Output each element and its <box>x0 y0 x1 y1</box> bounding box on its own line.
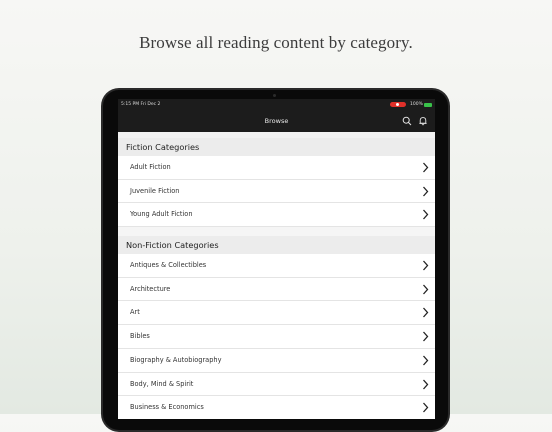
chevron-right-icon <box>423 331 429 342</box>
list-item-label: Body, Mind & Spirit <box>130 379 194 388</box>
list-item[interactable]: Juvenile Fiction <box>118 179 435 204</box>
section-header-nonfiction: Non-Fiction Categories <box>118 236 435 255</box>
app-screen: 5:15 PM Fri Dec 2 100% Browse Fiction Ca… <box>118 99 435 419</box>
chevron-right-icon <box>423 355 429 366</box>
chevron-right-icon <box>423 379 429 389</box>
list-item-label: Business & Economics <box>130 403 204 412</box>
list-item[interactable]: Antiques & Collectibles <box>118 254 435 278</box>
list-item[interactable]: Business & Economics <box>118 396 435 419</box>
category-list: Fiction Categories Adult Fiction Juvenil… <box>118 132 435 419</box>
chevron-right-icon <box>423 162 429 173</box>
status-time: 5:15 PM Fri Dec 2 <box>121 102 161 107</box>
battery-percent: 100% <box>410 102 423 107</box>
promo-headline: Browse all reading content by category. <box>139 33 413 52</box>
list-item-label: Bibles <box>130 332 150 341</box>
search-icon[interactable] <box>402 116 412 126</box>
chevron-right-icon <box>423 308 429 318</box>
chevron-right-icon <box>423 260 429 271</box>
chevron-right-icon <box>423 402 429 413</box>
list-item[interactable]: Young Adult Fiction <box>118 203 435 228</box>
nav-bar: Browse <box>118 110 435 132</box>
list-item-label: Adult Fiction <box>130 163 171 171</box>
list-item[interactable]: Art <box>118 301 435 326</box>
status-bar: 5:15 PM Fri Dec 2 100% <box>118 99 435 110</box>
section-header-fiction: Fiction Categories <box>118 138 435 156</box>
chevron-right-icon <box>423 186 429 197</box>
bell-icon[interactable] <box>418 116 428 126</box>
list-item-label: Antiques & Collectibles <box>130 261 207 270</box>
list-item[interactable]: Adult Fiction <box>118 156 435 180</box>
list-item[interactable]: Biography & Autobiography <box>118 348 435 373</box>
recording-indicator <box>390 102 406 107</box>
list-item[interactable]: Bibles <box>118 325 435 349</box>
chevron-right-icon <box>423 284 429 295</box>
list-item[interactable]: Architecture <box>118 277 435 302</box>
battery-icon <box>424 102 432 107</box>
list-item-label: Juvenile Fiction <box>130 186 180 195</box>
list-item-label: Biography & Autobiography <box>130 355 222 364</box>
front-camera <box>273 94 276 97</box>
list-item-label: Art <box>130 308 140 317</box>
list-item-label: Architecture <box>130 284 171 293</box>
nav-title: Browse <box>264 117 289 125</box>
list-item-label: Young Adult Fiction <box>130 210 193 219</box>
list-item[interactable]: Body, Mind & Spirit <box>118 372 435 397</box>
chevron-right-icon <box>423 209 429 220</box>
section-spacer <box>118 227 435 237</box>
